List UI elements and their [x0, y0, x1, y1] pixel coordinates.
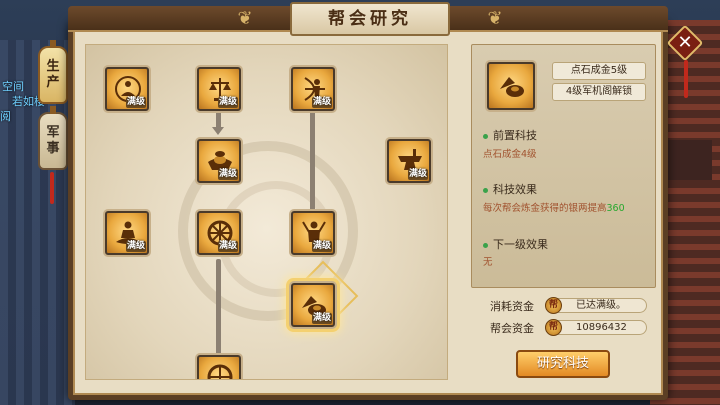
- next-level-value: 无: [483, 257, 493, 268]
- prereq-title: 前置科技: [483, 127, 537, 143]
- effect-value: 360: [606, 203, 625, 214]
- title-ornament-left: ❦: [237, 8, 253, 29]
- consume-funds-field: 帮 已达满级。: [545, 297, 647, 314]
- tassel: [50, 172, 54, 204]
- tab-production-label-bottom: 产: [46, 75, 60, 90]
- max-level-tag: 满级: [311, 313, 332, 324]
- tree-link: [212, 111, 224, 135]
- max-level-tag: 满级: [311, 241, 332, 252]
- max-level-tag: 满级: [217, 241, 238, 252]
- tassel: [684, 60, 688, 98]
- close-icon: ✕: [677, 32, 693, 53]
- research-tech-button[interactable]: 研究科技: [516, 350, 610, 378]
- wheel-icon: [207, 364, 233, 379]
- tech-node[interactable]: 满级: [105, 67, 149, 111]
- consume-funds-value: 已达满级。: [576, 300, 626, 311]
- guild-funds-value: 10896432: [576, 322, 627, 333]
- stone-gold-icon: [500, 77, 524, 97]
- title-ornament-right: ❦: [487, 8, 503, 29]
- consume-funds-label: 消耗资金: [490, 300, 534, 313]
- tab-military-label-bottom: 事: [46, 141, 60, 156]
- effect-text: 每次帮会炼金获得的银两提高360: [483, 200, 625, 214]
- background-text: 空间: [2, 80, 24, 93]
- bullet-icon: [483, 187, 488, 193]
- tree-link: [212, 259, 224, 365]
- prereq-title-text: 前置科技: [493, 129, 537, 142]
- tree-link: [306, 111, 318, 221]
- tab-military[interactable]: 军 事: [38, 106, 68, 170]
- tech-node-selected[interactable]: 满级: [291, 283, 335, 327]
- game-stage: 空间 若如楼 阅 生 产 军 事 ❦ ❦ 帮会研究 ✕ 满级 满级 满级 满级 …: [0, 0, 720, 405]
- tech-node[interactable]: 满级: [387, 139, 431, 183]
- guild-funds-field: 帮 10896432: [545, 319, 647, 336]
- guild-coin-icon: 帮: [545, 319, 562, 336]
- tech-node[interactable]: 满级: [197, 67, 241, 111]
- window-title: 帮会研究: [290, 2, 450, 36]
- max-level-tag: 满级: [125, 241, 146, 252]
- max-level-tag: 满级: [311, 97, 332, 108]
- tech-name-level: 点石成金5级: [552, 62, 646, 80]
- tech-tree-panel: 满级 满级 满级 满级 满级 满级 满级 满级 满级: [85, 44, 448, 380]
- tech-node[interactable]: 满级: [197, 211, 241, 255]
- effect-title-text: 科技效果: [493, 183, 537, 196]
- next-level-title-text: 下一级效果: [493, 238, 548, 251]
- effect-description: 每次帮会炼金获得的银两提高: [483, 203, 607, 214]
- effect-title: 科技效果: [483, 181, 537, 197]
- max-level-tag: 满级: [407, 169, 428, 180]
- bullet-icon: [483, 133, 488, 139]
- selected-tech-icon: [487, 62, 535, 110]
- guild-coin-icon: 帮: [545, 297, 562, 314]
- tech-node[interactable]: [197, 355, 241, 379]
- max-level-tag: 满级: [125, 97, 146, 108]
- background-text: 阅: [0, 110, 11, 123]
- tech-node[interactable]: 满级: [197, 139, 241, 183]
- max-level-tag: 满级: [217, 97, 238, 108]
- tab-production[interactable]: 生 产: [38, 40, 68, 104]
- max-level-tag: 满级: [217, 169, 238, 180]
- next-level-title: 下一级效果: [483, 236, 548, 252]
- tab-military-label-top: 军: [46, 125, 60, 140]
- guild-funds-label: 帮会资金: [490, 322, 534, 335]
- tech-node[interactable]: 满级: [105, 211, 149, 255]
- tab-production-label-top: 生: [46, 59, 60, 74]
- tech-unlock-requirement: 4级军机阁解锁: [552, 83, 646, 101]
- tech-node[interactable]: 满级: [291, 211, 335, 255]
- tech-node[interactable]: 满级: [291, 67, 335, 111]
- bullet-icon: [483, 242, 488, 248]
- prereq-value: 点石成金4级: [483, 149, 537, 160]
